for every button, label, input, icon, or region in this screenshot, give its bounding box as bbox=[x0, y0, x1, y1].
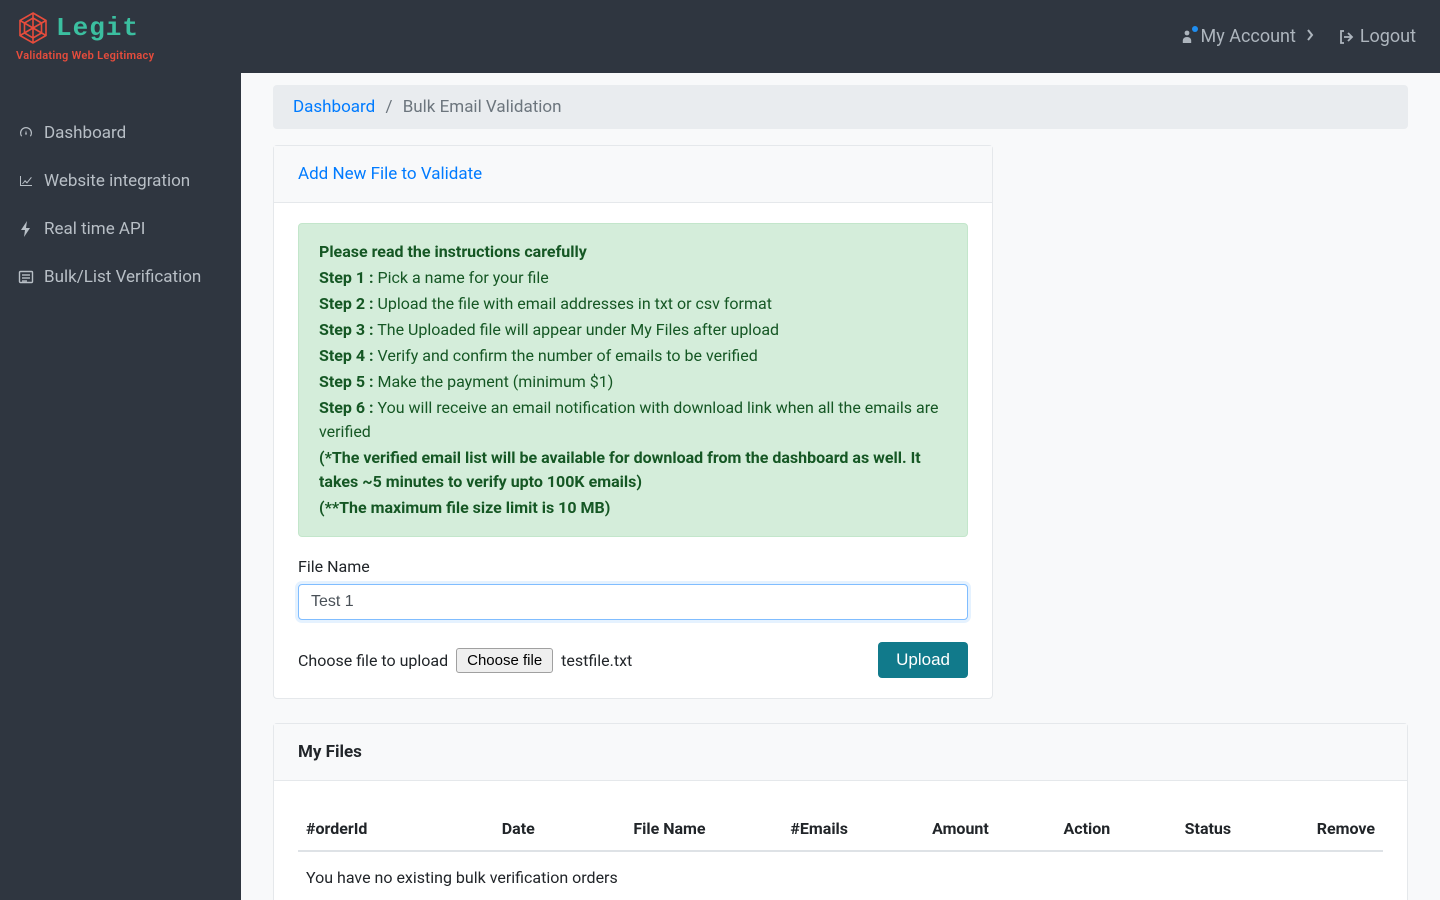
my-files-title: My Files bbox=[298, 742, 362, 762]
add-file-card: Add New File to Validate Please read the… bbox=[273, 145, 993, 699]
logout-icon bbox=[1338, 29, 1354, 45]
col-emails: #Emails bbox=[714, 807, 856, 851]
file-name-input[interactable] bbox=[298, 584, 968, 620]
sidebar-item-label: Bulk/List Verification bbox=[44, 267, 201, 287]
user-icon bbox=[1179, 29, 1195, 45]
my-account-label: My Account bbox=[1201, 26, 1296, 47]
col-remove: Remove bbox=[1239, 807, 1383, 851]
bolt-icon bbox=[18, 221, 34, 237]
sidebar: Dashboard Website integration Real time … bbox=[0, 73, 241, 900]
sidebar-item-label: Website integration bbox=[44, 171, 190, 191]
step6-text: You will receive an email notification w… bbox=[319, 398, 938, 441]
step1-text: Pick a name for your file bbox=[378, 268, 549, 287]
instructions-note2: (**The maximum file size limit is 10 MB) bbox=[319, 498, 610, 517]
logout-label: Logout bbox=[1360, 26, 1416, 47]
choose-file-button[interactable]: Choose file bbox=[456, 648, 553, 673]
chart-icon bbox=[18, 173, 34, 189]
file-name-label: File Name bbox=[298, 557, 968, 576]
step4-label: Step 4 : bbox=[319, 346, 374, 365]
instructions-note1: (*The verified email list will be availa… bbox=[319, 448, 921, 491]
step5-label: Step 5 : bbox=[319, 372, 374, 391]
top-navbar: Legit Validating Web Legitimacy My Accou… bbox=[0, 0, 1440, 73]
instructions-heading: Please read the instructions carefully bbox=[319, 242, 587, 261]
chevron-right-icon bbox=[1306, 29, 1314, 44]
brand-title: Legit bbox=[56, 13, 139, 43]
add-file-card-header[interactable]: Add New File to Validate bbox=[274, 146, 992, 203]
sidebar-item-realtime-api[interactable]: Real time API bbox=[0, 205, 241, 253]
list-icon bbox=[18, 269, 34, 285]
step3-label: Step 3 : bbox=[319, 320, 374, 339]
logo-icon bbox=[16, 11, 50, 45]
main-content: Dashboard / Bulk Email Validation Add Ne… bbox=[241, 73, 1440, 900]
empty-message: You have no existing bulk verification o… bbox=[298, 851, 1383, 900]
col-amount: Amount bbox=[856, 807, 997, 851]
brand-tagline: Validating Web Legitimacy bbox=[16, 49, 154, 62]
sidebar-item-dashboard[interactable]: Dashboard bbox=[0, 109, 241, 157]
breadcrumb-root-link[interactable]: Dashboard bbox=[293, 97, 375, 117]
col-status: Status bbox=[1118, 807, 1239, 851]
choose-file-label: Choose file to upload bbox=[298, 651, 448, 670]
table-empty-row: You have no existing bulk verification o… bbox=[298, 851, 1383, 900]
instructions-alert: Please read the instructions carefully S… bbox=[298, 223, 968, 537]
notification-dot-icon bbox=[1192, 26, 1198, 32]
upload-button[interactable]: Upload bbox=[878, 642, 968, 678]
breadcrumb: Dashboard / Bulk Email Validation bbox=[273, 85, 1408, 129]
sidebar-item-label: Real time API bbox=[44, 219, 145, 239]
sidebar-item-label: Dashboard bbox=[44, 123, 126, 143]
step3-text: The Uploaded file will appear under My F… bbox=[377, 320, 779, 339]
step6-label: Step 6 : bbox=[319, 398, 374, 417]
col-action: Action bbox=[997, 807, 1118, 851]
step5-text: Make the payment (minimum $1) bbox=[378, 372, 614, 391]
col-orderid: #orderId bbox=[298, 807, 448, 851]
step2-label: Step 2 : bbox=[319, 294, 374, 313]
my-files-header: My Files bbox=[274, 724, 1407, 781]
sidebar-item-bulk-verification[interactable]: Bulk/List Verification bbox=[0, 253, 241, 301]
logout-link[interactable]: Logout bbox=[1338, 26, 1416, 47]
brand[interactable]: Legit Validating Web Legitimacy bbox=[16, 11, 154, 62]
step4-text: Verify and confirm the number of emails … bbox=[378, 346, 758, 365]
chosen-filename: testfile.txt bbox=[561, 651, 632, 670]
col-filename: File Name bbox=[543, 807, 714, 851]
my-files-table: #orderId Date File Name #Emails Amount A… bbox=[298, 807, 1383, 900]
step1-label: Step 1 : bbox=[319, 268, 374, 287]
gauge-icon bbox=[18, 125, 34, 141]
my-account-menu[interactable]: My Account bbox=[1179, 26, 1314, 47]
col-date: Date bbox=[448, 807, 543, 851]
my-files-card: My Files #orderId Date File Name #Emails… bbox=[273, 723, 1408, 900]
breadcrumb-current: Bulk Email Validation bbox=[403, 97, 562, 117]
breadcrumb-separator: / bbox=[379, 97, 398, 117]
sidebar-item-website-integration[interactable]: Website integration bbox=[0, 157, 241, 205]
add-file-title: Add New File to Validate bbox=[298, 164, 482, 184]
step2-text: Upload the file with email addresses in … bbox=[378, 294, 772, 313]
